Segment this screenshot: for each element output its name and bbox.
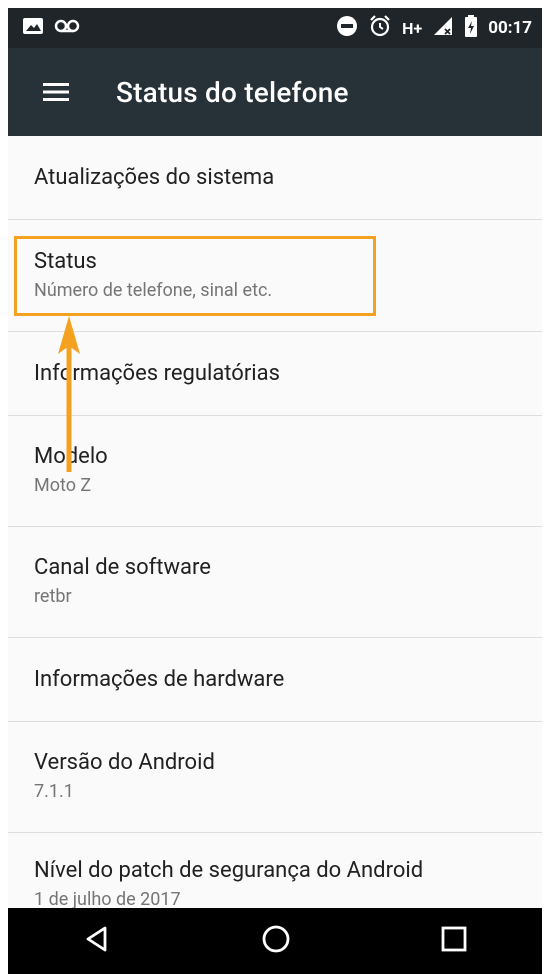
clock-time: 00:17 [488,18,532,38]
settings-list: Atualizações do sistema Status Número de… [8,136,542,923]
back-icon[interactable] [83,925,111,957]
list-item-subtitle: Número de telefone, sinal etc. [34,279,273,301]
home-icon[interactable] [261,924,291,958]
list-item-title: Informações regulatórias [34,360,280,386]
list-item-subtitle: 7.1.1 [34,781,74,802]
list-item-subtitle: Moto Z [34,475,92,496]
network-type-label: H+ [402,18,423,38]
page-title: Status do telefone [116,75,349,109]
status-bar: H+ 00:17 [8,8,542,48]
recents-icon[interactable] [441,926,467,956]
do-not-disturb-icon [336,15,358,42]
alarm-icon [368,14,392,43]
list-item-title: Modelo [34,443,542,471]
list-item-title: Informações de hardware [34,666,285,692]
app-bar: Status do telefone [8,48,542,136]
phone-screen: H+ 00:17 Status do telefone Atualizações… [8,8,542,974]
pointer-arrow-icon [58,316,80,472]
list-item-title: Versão do Android [34,750,215,775]
list-item-android-version[interactable]: Versão do Android 7.1.1 [8,722,542,833]
list-item-regulatory-info[interactable]: Informações regulatórias [8,332,542,416]
navigation-bar [8,908,542,974]
list-item-title: Status [34,248,97,274]
voicemail-icon [54,18,80,38]
list-item-status[interactable]: Status Número de telefone, sinal etc. [8,220,542,332]
list-item-hardware-info[interactable]: Informações de hardware [8,638,542,722]
list-item-title: Canal de software [34,555,211,580]
list-item-software-channel[interactable]: Canal de software retbr [8,527,542,638]
list-item-title: Nível do patch de segurança do Android [34,858,424,883]
signal-icon [432,15,454,42]
battery-icon [464,14,478,43]
list-item-title: Atualizações do sistema [34,164,275,190]
hamburger-menu-icon[interactable] [8,48,104,136]
image-icon [22,16,44,40]
list-item-subtitle: retbr [34,586,72,607]
list-item-model[interactable]: Modelo Moto Z [8,416,542,527]
list-item-system-updates[interactable]: Atualizações do sistema [8,136,542,220]
